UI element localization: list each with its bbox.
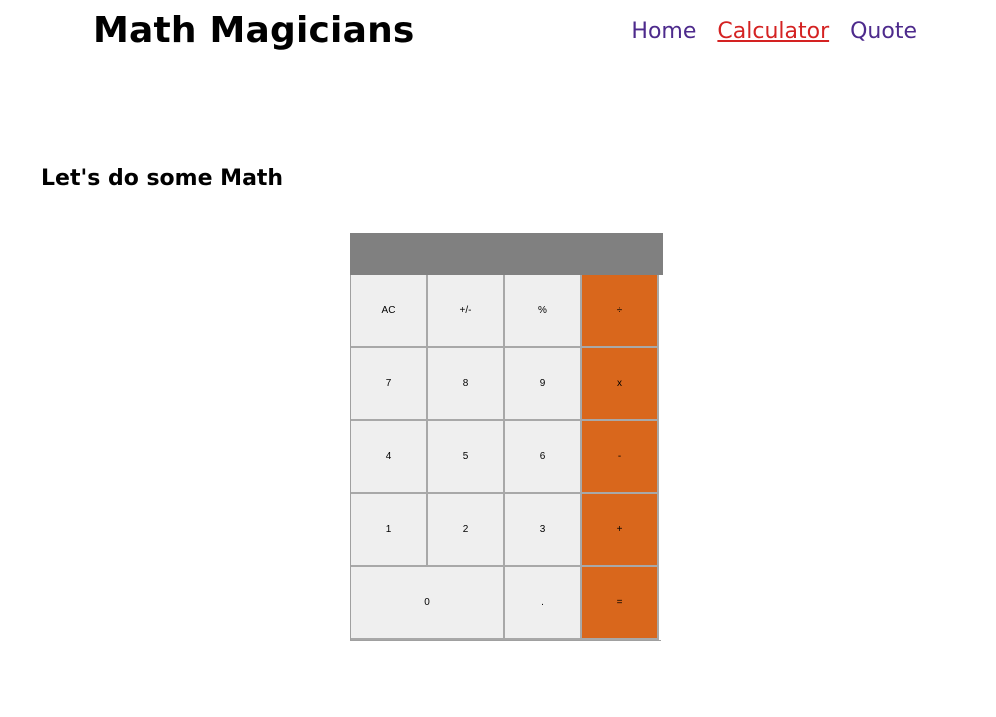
key-ac[interactable]: AC: [351, 275, 428, 348]
key-0[interactable]: 0: [351, 567, 505, 640]
key-subtract[interactable]: -: [582, 421, 659, 494]
key-8[interactable]: 8: [428, 348, 505, 421]
site-header: Math Magicians Home Calculator Quote: [0, 0, 996, 80]
key-7[interactable]: 7: [351, 348, 428, 421]
calculator: AC +/- % ÷ 7 8 9 x 4 5 6 - 1 2 3 + 0 . =: [350, 233, 663, 641]
key-percent[interactable]: %: [505, 275, 582, 348]
key-2[interactable]: 2: [428, 494, 505, 567]
key-decimal[interactable]: .: [505, 567, 582, 640]
key-1[interactable]: 1: [351, 494, 428, 567]
key-equals[interactable]: =: [582, 567, 659, 640]
nav-link-calculator[interactable]: Calculator: [717, 19, 829, 44]
key-plus-minus[interactable]: +/-: [428, 275, 505, 348]
key-3[interactable]: 3: [505, 494, 582, 567]
key-add[interactable]: +: [582, 494, 659, 567]
key-divide[interactable]: ÷: [582, 275, 659, 348]
key-multiply[interactable]: x: [582, 348, 659, 421]
calculator-keypad: AC +/- % ÷ 7 8 9 x 4 5 6 - 1 2 3 + 0 . =: [350, 275, 661, 641]
calculator-display: [350, 233, 663, 275]
nav-link-home[interactable]: Home: [631, 19, 696, 44]
site-logo: Math Magicians: [93, 10, 415, 51]
main-nav: Home Calculator Quote: [631, 19, 917, 44]
key-9[interactable]: 9: [505, 348, 582, 421]
key-4[interactable]: 4: [351, 421, 428, 494]
key-6[interactable]: 6: [505, 421, 582, 494]
nav-link-quote[interactable]: Quote: [850, 19, 917, 44]
page-heading: Let's do some Math: [41, 166, 284, 191]
key-5[interactable]: 5: [428, 421, 505, 494]
